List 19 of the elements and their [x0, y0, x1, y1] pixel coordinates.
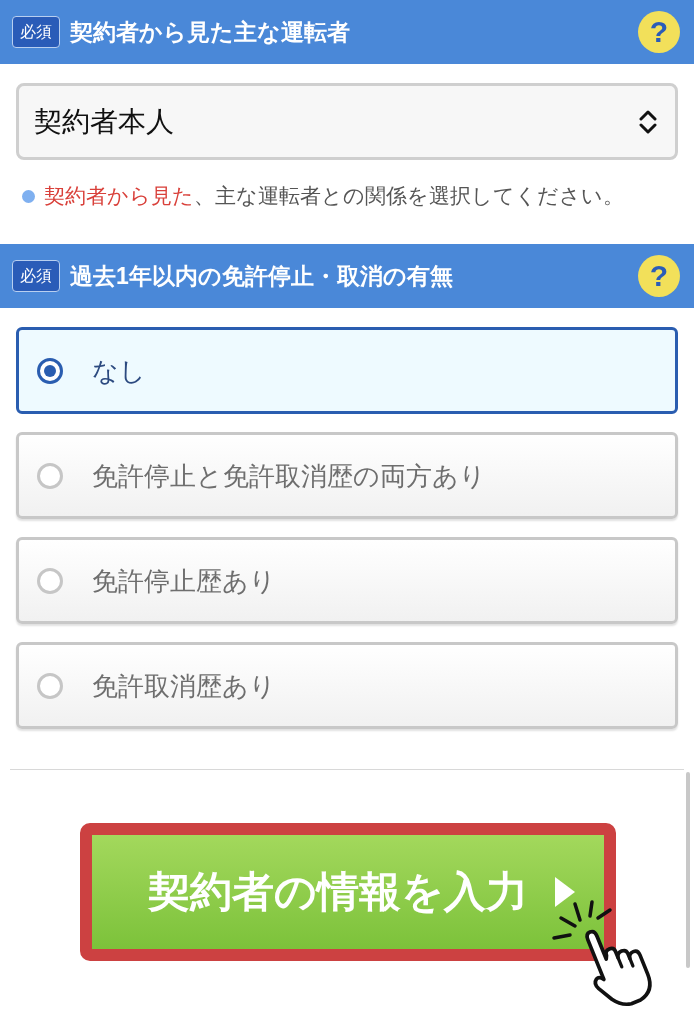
required-badge: 必須 — [12, 260, 60, 292]
radio-option[interactable]: 免許停止と免許取消歴の両方あり — [16, 432, 678, 519]
hint-text: 契約者から見た、主な運転者との関係を選択してください。 — [44, 183, 624, 209]
required-badge: 必須 — [12, 16, 60, 48]
radio-option[interactable]: 免許取消歴あり — [16, 642, 678, 729]
option-label: なし — [92, 357, 146, 384]
select-value: 契約者本人 — [34, 107, 174, 136]
option-label: 免許停止と免許取消歴の両方あり — [92, 462, 486, 489]
section-title: 過去1年以内の免許停止・取消の有無 — [70, 264, 453, 288]
radio-option[interactable]: 免許停止歴あり — [16, 537, 678, 624]
radio-option[interactable]: なし — [16, 327, 678, 414]
option-label: 免許取消歴あり — [92, 672, 276, 699]
help-button[interactable]: ? — [638, 11, 680, 53]
select-field[interactable]: 契約者本人 — [16, 83, 678, 160]
help-button[interactable]: ? — [638, 255, 680, 297]
up-down-chevron-icon — [639, 109, 657, 134]
caret-right-icon — [555, 877, 575, 907]
section-title: 契約者から見た主な運転者 — [70, 20, 350, 44]
option-label: 免許停止歴あり — [92, 567, 276, 594]
